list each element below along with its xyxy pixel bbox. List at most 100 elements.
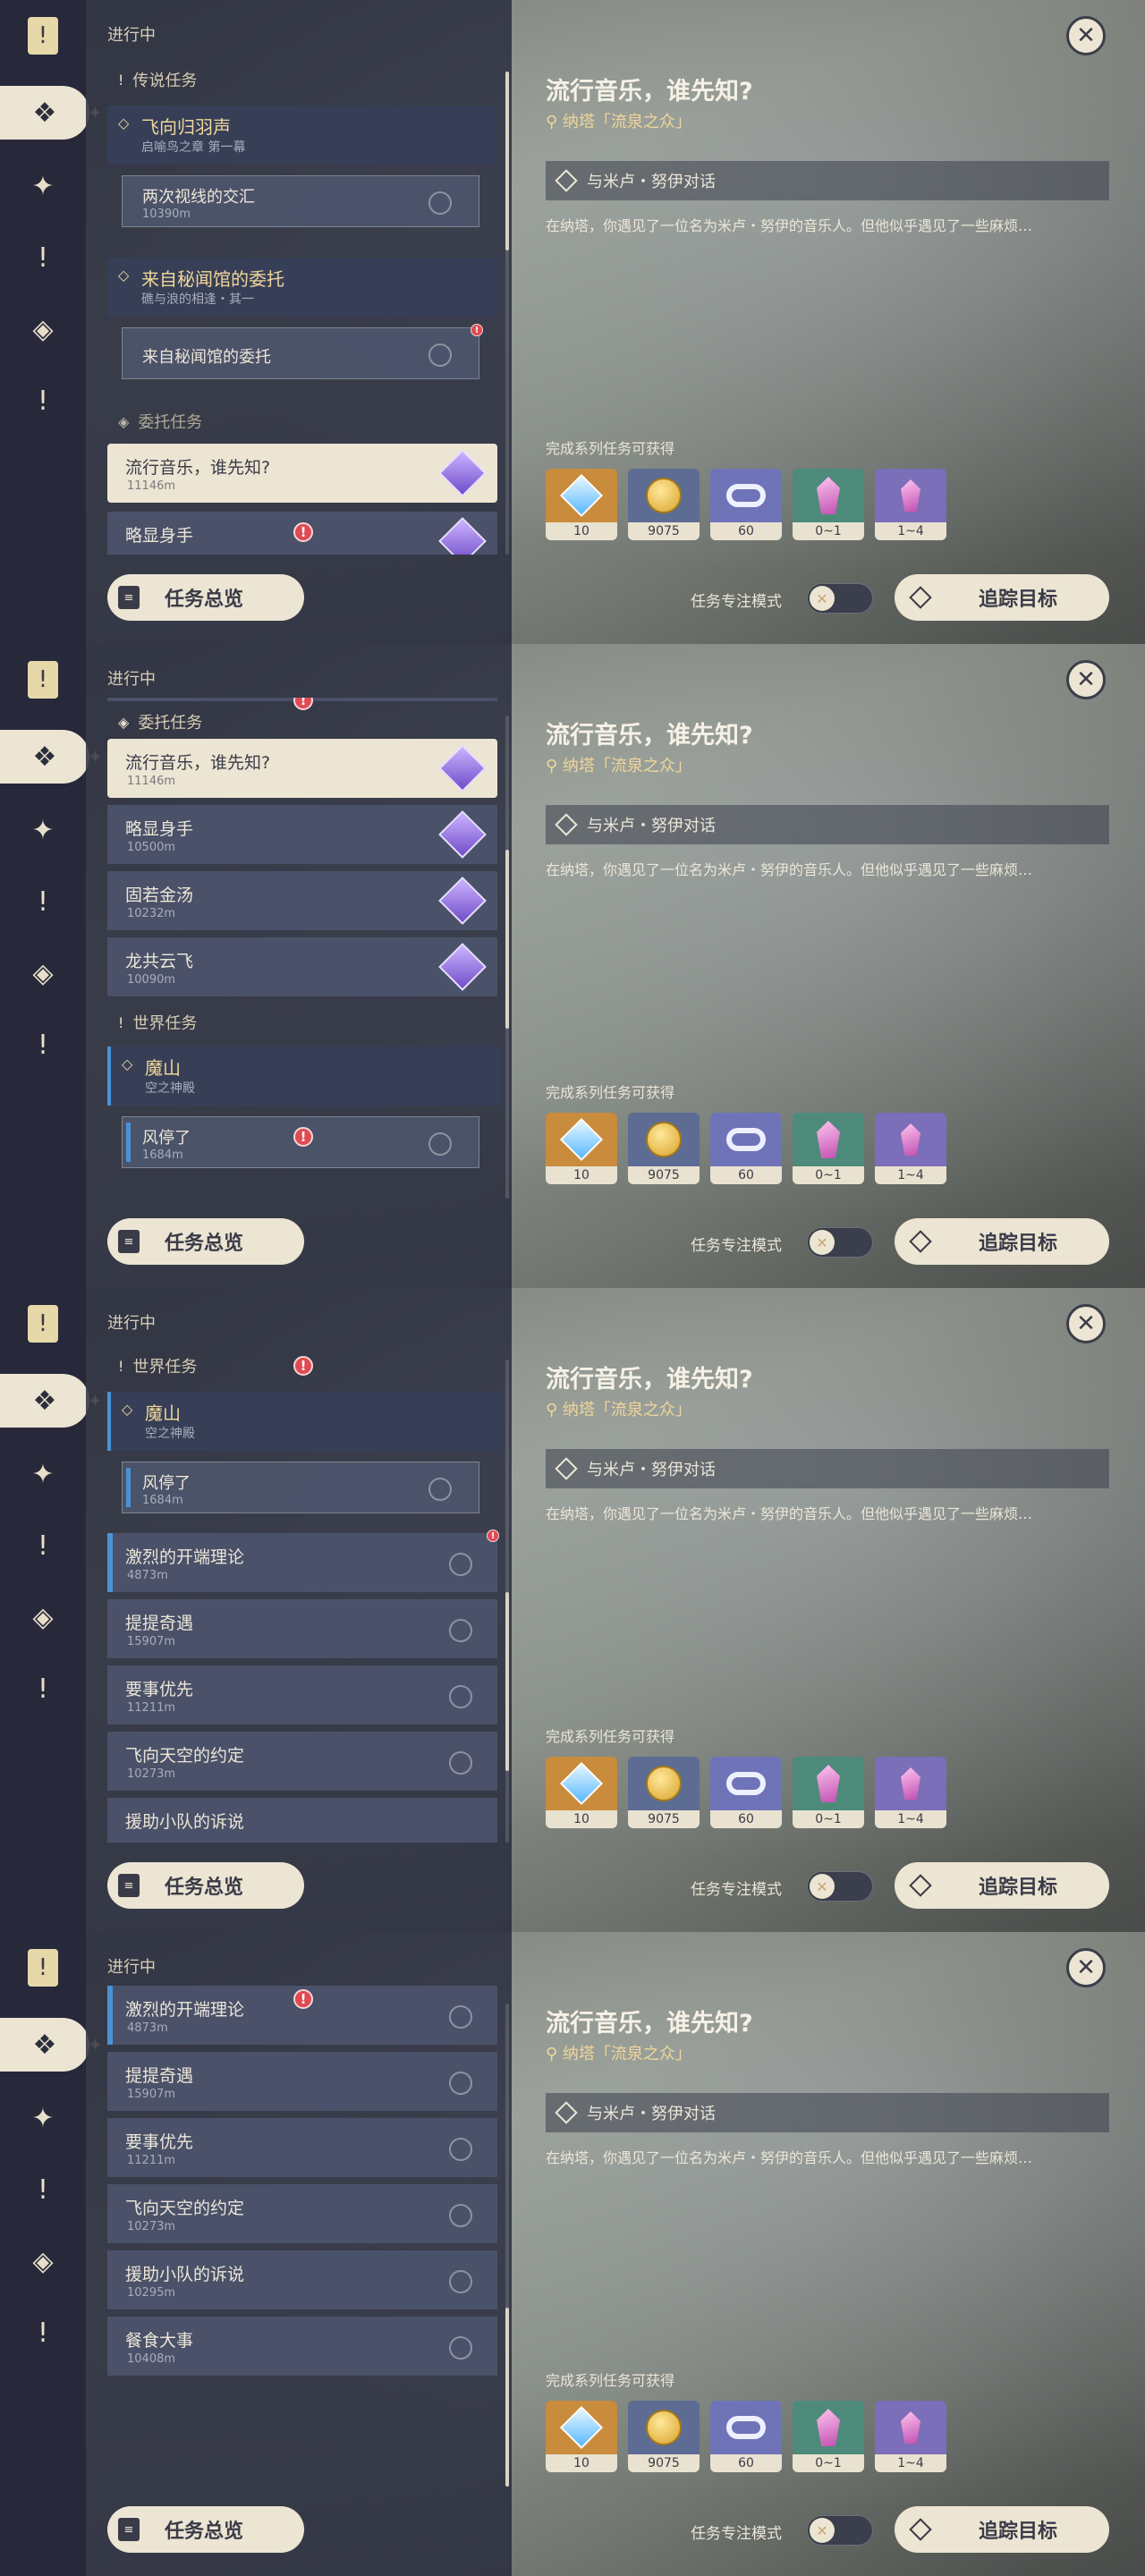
nav-archon-quests[interactable]: ✦ bbox=[0, 1447, 86, 1501]
quest-group-header[interactable]: ◇ 魔山 空之神殿 bbox=[107, 1046, 501, 1106]
reward-item[interactable]: 60 bbox=[710, 469, 782, 540]
reward-item[interactable]: 10 bbox=[546, 469, 617, 540]
nav-quest-flag[interactable]: ! bbox=[0, 1297, 86, 1351]
quest-item[interactable]: 要事优先 11211m bbox=[107, 2118, 497, 2177]
quest-item[interactable]: 激烈的开端理论 4873m bbox=[107, 1533, 497, 1592]
location-pin-icon[interactable] bbox=[428, 191, 452, 215]
focus-mode-toggle[interactable]: ✕ bbox=[807, 1227, 873, 1258]
scroll-thumb[interactable] bbox=[505, 1592, 509, 1771]
nav-world-quests[interactable]: ! bbox=[0, 2306, 86, 2360]
quest-overview-button[interactable]: ≡ 任务总览 bbox=[107, 1862, 304, 1909]
nav-all-quests[interactable]: ❖ bbox=[0, 1374, 89, 1428]
scroll-thumb[interactable] bbox=[505, 850, 509, 1029]
nav-quest-flag[interactable]: ! bbox=[0, 653, 86, 707]
quest-item[interactable]: 略显身手 10500m bbox=[107, 805, 497, 864]
reward-item[interactable]: 60 bbox=[710, 1113, 782, 1184]
quest-item[interactable]: 提提奇遇 15907m bbox=[107, 2052, 497, 2111]
list-scrollbar[interactable] bbox=[505, 2004, 509, 2487]
nav-story-quests[interactable]: ! bbox=[0, 2163, 86, 2216]
scroll-thumb[interactable] bbox=[505, 72, 509, 250]
location-pin-icon[interactable] bbox=[428, 343, 452, 367]
location-pin-icon[interactable] bbox=[449, 2072, 472, 2095]
reward-item[interactable]: 9075 bbox=[628, 1113, 700, 1184]
quest-step-item[interactable]: 两次视线的交汇 10390m bbox=[122, 175, 479, 227]
reward-item[interactable]: 9075 bbox=[628, 2401, 700, 2472]
nav-all-quests[interactable]: ❖ bbox=[0, 86, 89, 140]
reward-item[interactable]: 0~1 bbox=[793, 1113, 864, 1184]
nav-quest-flag[interactable]: ! bbox=[0, 9, 86, 63]
reward-item[interactable]: 1~4 bbox=[875, 469, 946, 540]
track-target-button[interactable]: 追踪目标 bbox=[895, 574, 1109, 621]
close-button[interactable]: ✕ bbox=[1066, 1304, 1106, 1343]
reward-item[interactable]: 1~4 bbox=[875, 2401, 946, 2472]
list-scrollbar[interactable] bbox=[505, 1360, 509, 1843]
close-button[interactable]: ✕ bbox=[1066, 1948, 1106, 1987]
track-target-button[interactable]: 追踪目标 bbox=[895, 2506, 1109, 2553]
quest-overview-button[interactable]: ≡ 任务总览 bbox=[107, 1218, 304, 1265]
nav-archon-quests[interactable]: ✦ bbox=[0, 159, 86, 213]
nav-story-quests[interactable]: ! bbox=[0, 1519, 86, 1572]
nav-commission-quests[interactable]: ◈ bbox=[0, 2234, 86, 2288]
nav-commission-quests[interactable]: ◈ bbox=[0, 302, 86, 356]
nav-archon-quests[interactable]: ✦ bbox=[0, 803, 86, 857]
track-target-button[interactable]: 追踪目标 bbox=[895, 1218, 1109, 1265]
reward-item[interactable]: 9075 bbox=[628, 1757, 700, 1828]
nav-commission-quests[interactable]: ◈ bbox=[0, 1590, 86, 1644]
quest-group-header[interactable]: ◇ 来自秘闻馆的委托 礁与浪的相逢・其一 bbox=[107, 258, 497, 317]
nav-commission-quests[interactable]: ◈ bbox=[0, 946, 86, 1000]
quest-step-item[interactable]: 风停了 1684m bbox=[122, 1462, 479, 1513]
location-pin-icon[interactable] bbox=[449, 1553, 472, 1576]
quest-item[interactable]: 固若金汤 10232m bbox=[107, 871, 497, 930]
focus-mode-toggle[interactable]: ✕ bbox=[807, 1871, 873, 1902]
quest-list[interactable]: ! ◈ 委托任务 流行音乐，谁先知? 11146m 略显身手 10500m 固若金… bbox=[106, 698, 505, 1199]
nav-story-quests[interactable]: ! bbox=[0, 875, 86, 928]
location-pin-icon[interactable] bbox=[449, 2138, 472, 2161]
reward-item[interactable]: 60 bbox=[710, 2401, 782, 2472]
nav-all-quests[interactable]: ❖ bbox=[0, 2018, 89, 2072]
track-target-button[interactable]: 追踪目标 bbox=[895, 1862, 1109, 1909]
scroll-thumb[interactable] bbox=[505, 2308, 509, 2487]
reward-item[interactable]: 10 bbox=[546, 1113, 617, 1184]
location-pin-icon[interactable] bbox=[449, 2336, 472, 2360]
nav-world-quests[interactable]: ! bbox=[0, 1662, 86, 1716]
location-pin-icon[interactable] bbox=[428, 1478, 452, 1501]
quest-overview-button[interactable]: ≡ 任务总览 bbox=[107, 574, 304, 621]
nav-world-quests[interactable]: ! bbox=[0, 374, 86, 428]
location-pin-icon[interactable] bbox=[449, 1751, 472, 1775]
quest-item-selected[interactable]: 流行音乐，谁先知? 11146m bbox=[107, 444, 497, 503]
reward-item[interactable]: 10 bbox=[546, 1757, 617, 1828]
nav-world-quests[interactable]: ! bbox=[0, 1018, 86, 1072]
quest-item[interactable]: 飞向天空的约定 10273m bbox=[107, 2184, 497, 2243]
focus-mode-toggle[interactable]: ✕ bbox=[807, 583, 873, 614]
quest-list[interactable]: 激烈的开端理论 4873m ! 提提奇遇 15907m 要事优先 11211m … bbox=[106, 1986, 505, 2487]
location-pin-icon[interactable] bbox=[449, 1685, 472, 1708]
location-pin-icon[interactable] bbox=[428, 1132, 452, 1156]
location-pin-icon[interactable] bbox=[449, 1619, 472, 1642]
location-pin-icon[interactable] bbox=[449, 2005, 472, 2029]
quest-item[interactable]: 餐食大事 10408m bbox=[107, 2317, 497, 2376]
quest-item[interactable]: 提提奇遇 15907m bbox=[107, 1599, 497, 1658]
list-scrollbar[interactable] bbox=[505, 72, 509, 555]
reward-item[interactable]: 1~4 bbox=[875, 1757, 946, 1828]
nav-quest-flag[interactable]: ! bbox=[0, 1941, 86, 1995]
quest-item[interactable]: 要事优先 11211m bbox=[107, 1665, 497, 1724]
location-pin-icon[interactable] bbox=[449, 2204, 472, 2227]
quest-group-header[interactable]: ◇ 飞向归羽声 启喻鸟之章 第一幕 bbox=[107, 106, 497, 165]
close-button[interactable]: ✕ bbox=[1066, 660, 1106, 699]
reward-item[interactable]: 10 bbox=[546, 2401, 617, 2472]
nav-archon-quests[interactable]: ✦ bbox=[0, 2091, 86, 2145]
list-scrollbar[interactable] bbox=[505, 716, 509, 1199]
focus-mode-toggle[interactable]: ✕ bbox=[807, 2515, 873, 2546]
quest-item[interactable]: 援助小队的诉说 bbox=[107, 1798, 497, 1843]
quest-list[interactable]: ! 世界任务 ! ◇ 魔山 空之神殿 风停了 1684m 激烈的开端理论 4873… bbox=[106, 1342, 505, 1843]
quest-item[interactable]: 飞向天空的约定 10273m bbox=[107, 1732, 497, 1791]
reward-item[interactable]: 0~1 bbox=[793, 469, 864, 540]
quest-item[interactable]: 援助小队的诉说 10295m bbox=[107, 2250, 497, 2309]
reward-item[interactable]: 1~4 bbox=[875, 1113, 946, 1184]
reward-item[interactable]: 9075 bbox=[628, 469, 700, 540]
quest-item[interactable]: 龙共云飞 10090m bbox=[107, 937, 497, 996]
quest-group-header[interactable]: ◇ 魔山 空之神殿 bbox=[107, 1392, 501, 1451]
reward-item[interactable]: 0~1 bbox=[793, 2401, 864, 2472]
reward-item[interactable]: 0~1 bbox=[793, 1757, 864, 1828]
quest-step-item[interactable]: 来自秘闻馆的委托 bbox=[122, 327, 479, 379]
